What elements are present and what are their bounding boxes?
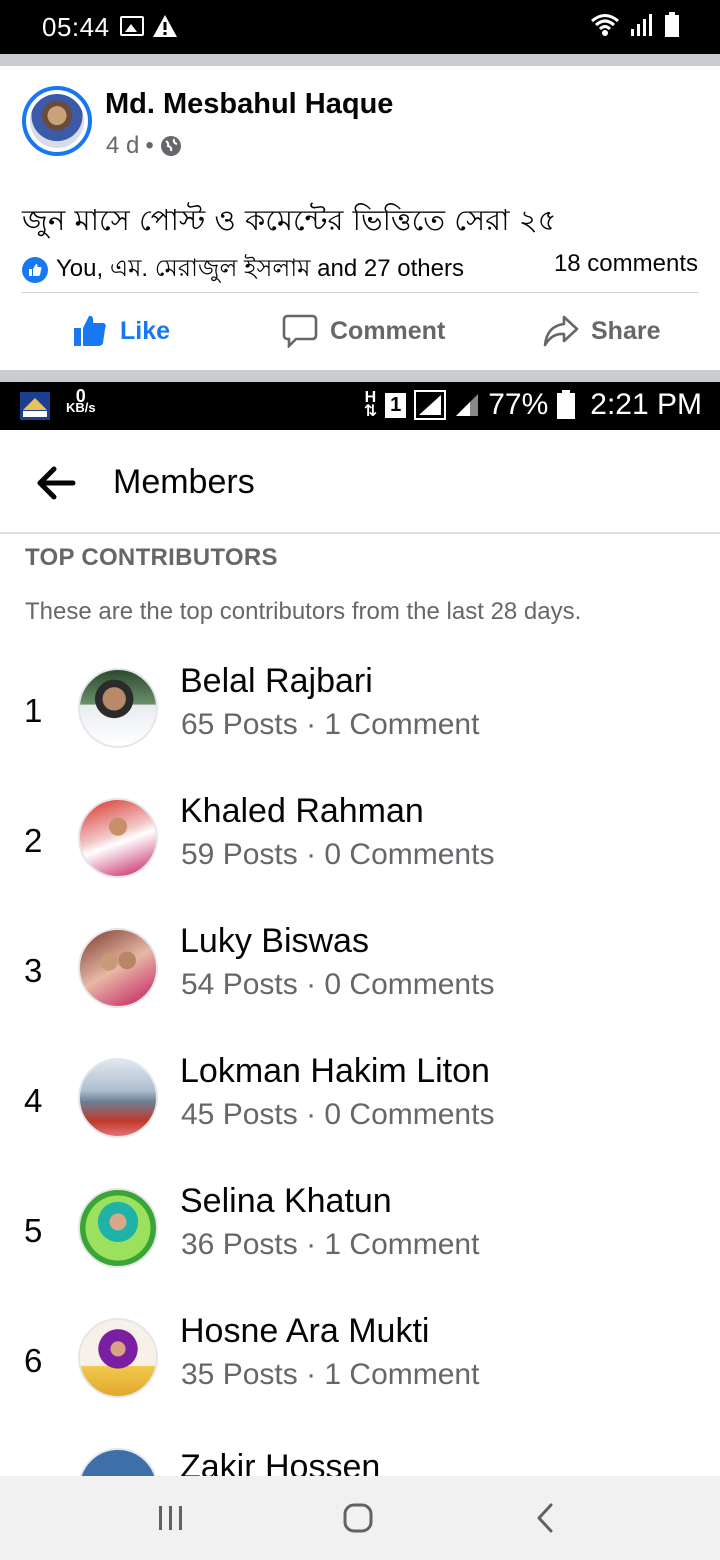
contributor-stats: 35 Posts · 1 Comment [181, 1358, 480, 1391]
system-navigation-bar [0, 1476, 720, 1560]
thumbs-up-icon [74, 315, 106, 346]
contributor-avatar[interactable] [78, 928, 158, 1008]
feed-divider-bottom [0, 370, 720, 382]
share-icon [543, 315, 579, 347]
signal-icon [631, 14, 652, 36]
like-reaction-icon [22, 257, 48, 283]
contributor-avatar[interactable] [78, 668, 158, 748]
status-time: 05:44 [42, 12, 110, 42]
contributor-avatar[interactable] [78, 1318, 158, 1398]
signal-box-icon [414, 390, 447, 420]
contributor-rank: 2 [24, 822, 43, 859]
comment-button[interactable]: Comment [282, 314, 445, 348]
section-description: These are the top contributors from the … [25, 598, 582, 625]
signal-icon-2 [456, 394, 479, 416]
wifi-icon [591, 14, 619, 36]
members-header: Members [0, 430, 720, 534]
contributor-stats: 45 Posts · 0 Comments [181, 1098, 495, 1131]
contributor-name[interactable]: Luky Biswas [180, 922, 369, 961]
like-label: Like [120, 316, 171, 345]
net-speed: 0 KB/s [66, 387, 96, 415]
contributor-name[interactable]: Selina Khatun [180, 1182, 392, 1221]
image-notification-icon [120, 16, 144, 36]
status-time-inner: 2:21 PM [590, 388, 702, 421]
recent-apps-icon[interactable] [156, 1504, 186, 1532]
app-notification-icon [20, 392, 50, 420]
sim-slot: 1 [385, 392, 407, 418]
contributor-row[interactable]: 1 Belal Rajbari 65 Posts · 1 Comment [0, 662, 720, 798]
contributor-rank: 6 [24, 1342, 43, 1379]
comment-label: Comment [330, 316, 446, 345]
post-age[interactable]: 4 d [106, 132, 139, 160]
post-text: জুন মাসে পোস্ট ও কমেন্টের ভিত্তিতে সেরা … [22, 203, 557, 237]
contributor-avatar[interactable] [78, 1058, 158, 1138]
contributor-name[interactable]: Khaled Rahman [180, 792, 424, 831]
contributor-row[interactable]: 5 Selina Khatun 36 Posts · 1 Comment [0, 1182, 720, 1318]
reactions-text: You, এম. মেরাজুল ইসলাম and 27 others [56, 255, 464, 282]
battery-icon-2 [557, 390, 576, 419]
contributor-row[interactable]: 6 Hosne Ara Mukti 35 Posts · 1 Comment [0, 1312, 720, 1448]
contributor-row[interactable]: 2 Khaled Rahman 59 Posts · 0 Comments [0, 792, 720, 928]
post-author-name[interactable]: Md. Mesbahul Haque [105, 88, 393, 121]
feed-divider [0, 54, 720, 66]
post-meta: 4 d • [106, 132, 182, 160]
contributor-name[interactable]: Belal Rajbari [180, 662, 373, 701]
page-title: Members [113, 463, 255, 501]
contributor-avatar[interactable] [78, 798, 158, 878]
home-icon[interactable] [342, 1502, 374, 1534]
network-type: H ⇅ [363, 389, 378, 420]
contributor-name[interactable]: Lokman Hakim Liton [180, 1052, 490, 1091]
contributor-rank: 5 [24, 1212, 43, 1249]
globe-icon [160, 136, 181, 156]
contributor-rank: 4 [24, 1082, 43, 1119]
contributor-stats: 36 Posts · 1 Comment [181, 1228, 480, 1261]
share-label: Share [591, 316, 661, 345]
meta-separator: • [145, 132, 154, 159]
contributor-stats: 54 Posts · 0 Comments [181, 968, 495, 1001]
reactions-summary[interactable]: You, এম. মেরাজুল ইসলাম and 27 others [22, 250, 464, 290]
net-speed-unit: KB/s [66, 400, 96, 415]
contributor-row[interactable]: 3 Luky Biswas 54 Posts · 0 Comments [0, 922, 720, 1058]
contributor-stats: 59 Posts · 0 Comments [181, 838, 495, 871]
contributor-name[interactable]: Hosne Ara Mukti [180, 1312, 429, 1351]
post-actions-divider [22, 292, 698, 293]
post-card: Md. Mesbahul Haque 4 d • জুন মাসে পোস্ট … [0, 66, 720, 370]
comments-count[interactable]: 18 comments [554, 250, 698, 278]
status-bar-inner: 0 KB/s H ⇅ 1 77% 2:21 PM [0, 382, 720, 430]
contributor-avatar[interactable] [78, 1448, 158, 1476]
like-button[interactable]: Like [72, 314, 170, 348]
section-title: TOP CONTRIBUTORS [25, 544, 278, 571]
back-nav-icon[interactable] [533, 1502, 557, 1534]
contributor-rank: 1 [24, 692, 43, 729]
back-arrow-icon[interactable] [36, 466, 76, 500]
contributor-stats: 65 Posts · 1 Comment [181, 708, 480, 741]
warning-icon [153, 15, 177, 37]
contributor-name[interactable]: Zakir Hossen [180, 1448, 380, 1476]
network-h: H [364, 389, 377, 406]
share-button[interactable]: Share [543, 314, 660, 348]
contributor-rank: 3 [24, 952, 43, 989]
status-bar-top: 05:44 [0, 0, 720, 54]
comment-icon [282, 314, 318, 348]
contributor-row[interactable]: 4 Lokman Hakim Liton 45 Posts · 0 Commen… [0, 1052, 720, 1188]
battery-icon [665, 12, 679, 37]
contributor-avatar[interactable] [78, 1188, 158, 1268]
author-avatar[interactable] [22, 86, 92, 156]
battery-percent: 77% [488, 388, 549, 421]
contributor-row[interactable]: 7 Zakir Hossen [0, 1448, 720, 1476]
